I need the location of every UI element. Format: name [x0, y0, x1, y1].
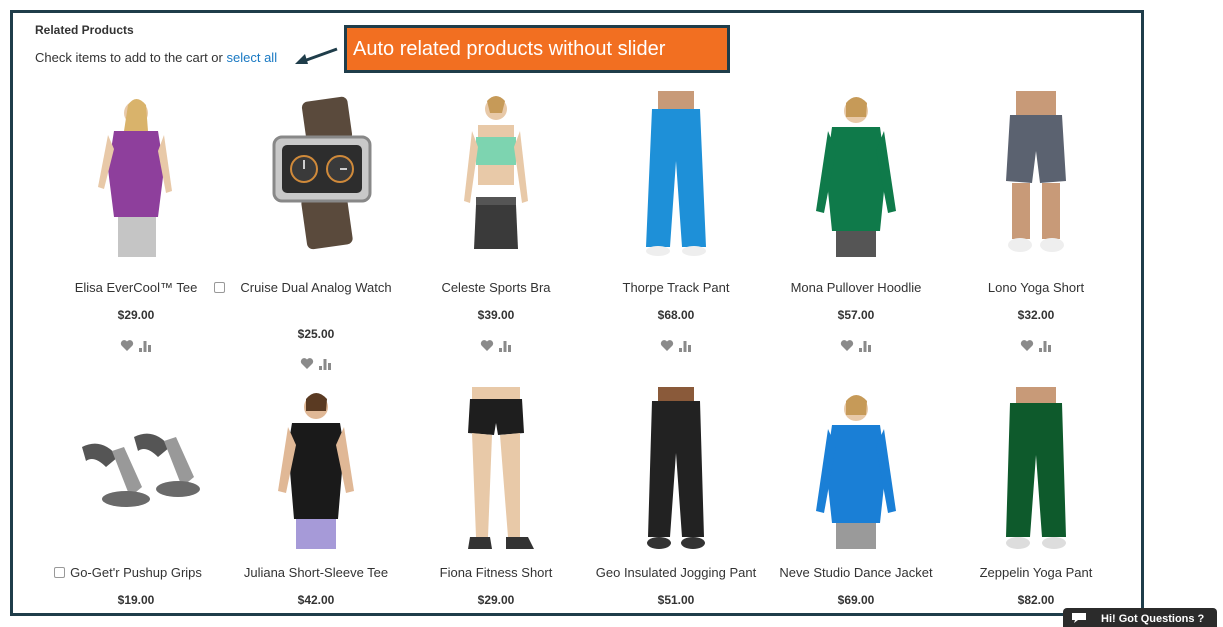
product-price: $82.00 [1017, 593, 1055, 607]
gray-short-icon[interactable] [972, 91, 1100, 257]
select-all-link[interactable]: select all [227, 50, 278, 65]
product-price: $42.00 [297, 593, 335, 607]
product-actions [230, 355, 402, 371]
wishlist-heart-icon[interactable] [840, 339, 854, 352]
product-price: $39.00 [477, 308, 515, 322]
product-price: $29.00 [117, 308, 155, 322]
woman-green-pullover-icon[interactable] [792, 91, 920, 257]
callout-banner: Auto related products without slider [344, 25, 730, 73]
compare-bars-icon[interactable] [318, 357, 332, 371]
section-title: Related Products [35, 23, 134, 37]
product-actions [590, 337, 762, 353]
blue-track-pant-icon[interactable] [612, 91, 740, 257]
product-actions [410, 337, 582, 353]
wishlist-heart-icon[interactable] [480, 339, 494, 352]
compare-bars-icon[interactable] [138, 339, 152, 353]
woman-black-tee-icon[interactable] [252, 387, 380, 553]
product-price: $68.00 [657, 308, 695, 322]
product-name[interactable]: Thorpe Track Pant [590, 279, 762, 297]
compare-bars-icon[interactable] [498, 339, 512, 353]
black-jogging-pant-icon[interactable] [612, 387, 740, 553]
product-name[interactable]: Elisa EverCool™ Tee [50, 279, 222, 297]
product-price: $29.00 [477, 593, 515, 607]
product-name[interactable]: Neve Studio Dance Jacket [770, 564, 942, 582]
product-price: $32.00 [1017, 308, 1055, 322]
product-price: $57.00 [837, 308, 875, 322]
compare-bars-icon[interactable] [1038, 339, 1052, 353]
compare-bars-icon[interactable] [858, 339, 872, 353]
product-name[interactable]: Celeste Sports Bra [410, 279, 582, 297]
product-price: $25.00 [297, 327, 335, 341]
chat-widget-button[interactable]: Hi! Got Questions ? [1063, 608, 1217, 627]
product-name[interactable]: Mona Pullover Hoodlie [770, 279, 942, 297]
hint-text: Check items to add to the cart or [35, 50, 223, 65]
woman-purple-tee-icon[interactable] [72, 91, 200, 257]
product-actions [950, 337, 1122, 353]
product-name[interactable]: Zeppelin Yoga Pant [950, 564, 1122, 582]
product-price: $19.00 [117, 593, 155, 607]
wishlist-heart-icon[interactable] [1020, 339, 1034, 352]
watch-icon[interactable] [252, 91, 380, 257]
woman-sports-bra-icon[interactable] [432, 91, 560, 257]
compare-bars-icon[interactable] [678, 339, 692, 353]
woman-blue-jacket-icon[interactable] [792, 387, 920, 553]
product-name[interactable]: Cruise Dual Analog Watch [230, 279, 402, 297]
related-products-frame: Related Products Check items to add to t… [10, 10, 1144, 616]
product-name[interactable]: Juliana Short-Sleeve Tee [230, 564, 402, 582]
wishlist-heart-icon[interactable] [660, 339, 674, 352]
product-name[interactable]: Go-Get'r Pushup Grips [50, 564, 222, 582]
black-fitness-short-icon[interactable] [432, 387, 560, 553]
product-actions [50, 337, 222, 353]
product-name[interactable]: Geo Insulated Jogging Pant [590, 564, 762, 582]
chat-bubble-icon [1072, 613, 1086, 623]
product-price: $69.00 [837, 593, 875, 607]
add-to-cart-checkbox[interactable] [214, 282, 225, 293]
product-actions [770, 337, 942, 353]
add-to-cart-hint: Check items to add to the cart or select… [35, 50, 277, 65]
chat-widget-label: Hi! Got Questions ? [1101, 613, 1205, 625]
wishlist-heart-icon[interactable] [300, 357, 314, 370]
product-price: $51.00 [657, 593, 695, 607]
green-yoga-pant-icon[interactable] [972, 387, 1100, 553]
pushup-grips-icon[interactable] [72, 387, 200, 553]
product-name[interactable]: Lono Yoga Short [950, 279, 1122, 297]
wishlist-heart-icon[interactable] [120, 339, 134, 352]
product-name[interactable]: Fiona Fitness Short [410, 564, 582, 582]
arrow-icon [295, 47, 338, 64]
